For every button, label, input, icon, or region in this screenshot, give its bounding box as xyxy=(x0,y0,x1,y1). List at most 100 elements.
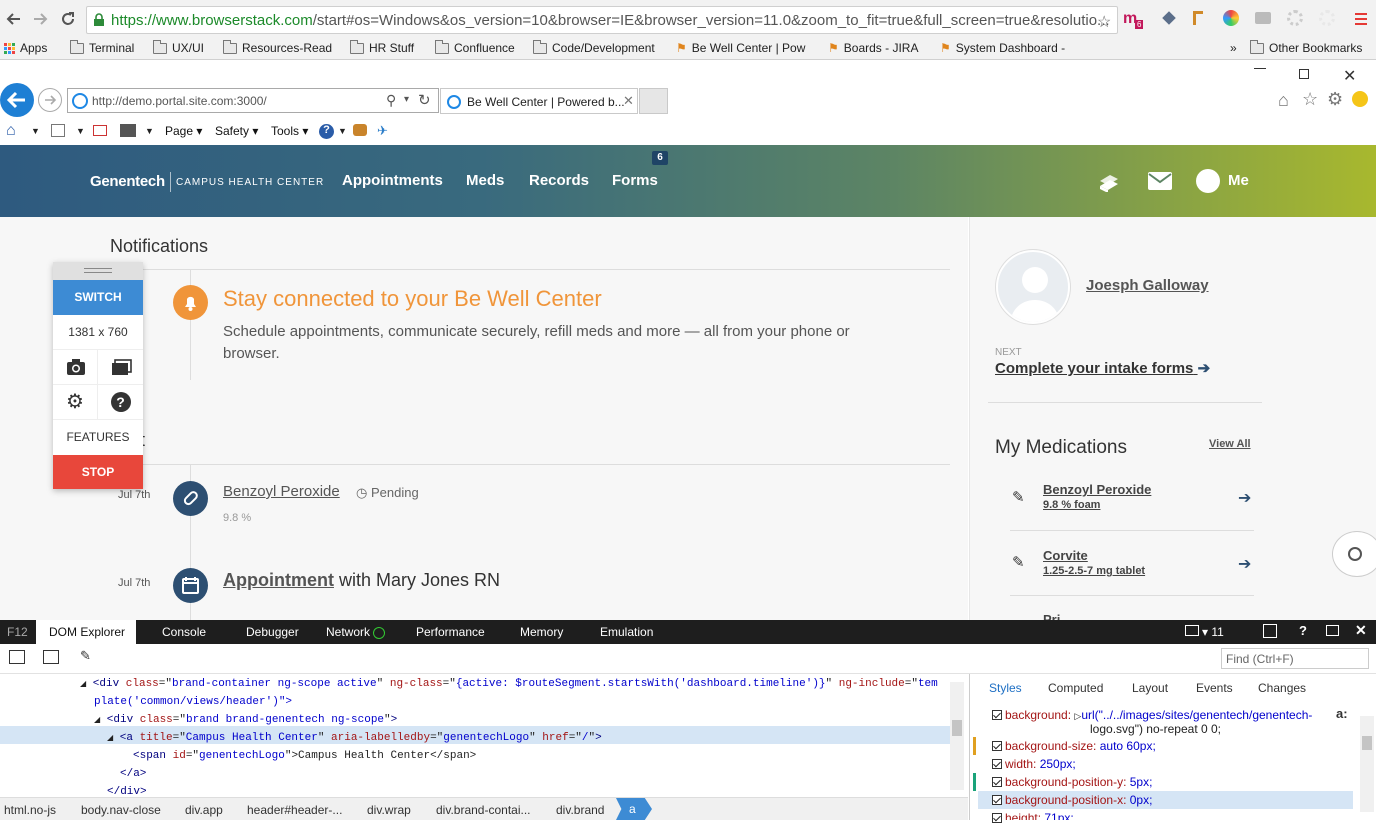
eyedropper-icon[interactable] xyxy=(1162,11,1176,25)
nav-meds[interactable]: Meds xyxy=(466,172,504,189)
tab-memory[interactable]: Memory xyxy=(520,625,563,639)
help-icon[interactable]: ? xyxy=(319,124,334,139)
tab-performance[interactable]: Performance xyxy=(416,625,485,639)
nav-forms[interactable]: Forms xyxy=(612,172,658,189)
settings-gear-icon[interactable]: ⚙ xyxy=(53,385,98,420)
cmd-dropdown-icon[interactable]: ▼ xyxy=(338,126,347,136)
chrome-menu-icon[interactable] xyxy=(1354,12,1368,26)
close-window-icon[interactable]: ✕ xyxy=(1343,66,1356,86)
style-checkbox[interactable] xyxy=(992,795,1002,805)
highlight-icon[interactable] xyxy=(43,650,59,664)
style-rule[interactable]: background-position-x: 0px; xyxy=(1005,793,1152,807)
ie-search-icon[interactable]: ⚲ xyxy=(386,92,396,109)
ie-forward-icon[interactable] xyxy=(38,88,62,112)
styles-scrollbar[interactable] xyxy=(1360,716,1374,812)
bookmark-other[interactable]: Other Bookmarks xyxy=(1250,39,1362,57)
print-icon[interactable] xyxy=(120,124,136,137)
ie-address-bar[interactable]: http://demo.portal.site.com:3000/ ⚲ ▾ ↻ xyxy=(67,88,439,113)
gear-faded-icon[interactable] xyxy=(1319,10,1335,26)
devtools-help-icon[interactable]: ? xyxy=(1299,623,1307,638)
tab-events[interactable]: Events xyxy=(1196,681,1233,695)
cmd-dropdown-icon[interactable]: ▼ xyxy=(31,126,40,136)
devtools-close-icon[interactable]: ✕ xyxy=(1355,622,1367,639)
tab-debugger[interactable]: Debugger xyxy=(246,625,299,639)
med-name[interactable]: Benzoyl Peroxide xyxy=(1043,482,1151,497)
find-input[interactable]: Find (Ctrl+F) xyxy=(1221,648,1369,669)
mail-envelope-icon[interactable] xyxy=(1148,172,1172,190)
scroll-thumb[interactable] xyxy=(1362,736,1372,750)
appointment-link[interactable]: Appointment xyxy=(223,570,334,590)
style-checkbox[interactable] xyxy=(992,741,1002,751)
scroll-thumb[interactable] xyxy=(952,720,962,736)
style-checkbox[interactable] xyxy=(992,759,1002,769)
bookmark-hr[interactable]: HR Stuff xyxy=(350,39,414,57)
profile-name[interactable]: Joesph Galloway xyxy=(1086,277,1209,294)
ruler-icon[interactable] xyxy=(1193,11,1203,25)
stop-button[interactable]: STOP xyxy=(53,455,143,489)
smiley-icon[interactable] xyxy=(1352,91,1368,107)
reload-icon[interactable] xyxy=(60,11,76,27)
bookmark-apps[interactable]: Apps xyxy=(4,39,47,57)
tab-network[interactable]: Network xyxy=(326,625,386,639)
dom-line[interactable]: <span id="genentechLogo">Campus Health C… xyxy=(133,750,476,762)
doc-mode[interactable]: ▾ 11 xyxy=(1202,625,1224,639)
style-rule[interactable]: width: 250px; xyxy=(1005,757,1076,771)
style-checkbox[interactable] xyxy=(992,813,1002,823)
bookmark-bewell[interactable]: ⚑ Be Well Center | Pow xyxy=(676,39,805,57)
pencil-icon[interactable]: ✎ xyxy=(80,648,91,664)
safety-menu[interactable]: Safety ▾ xyxy=(215,124,258,138)
target-icon[interactable] xyxy=(1185,625,1199,636)
back-icon[interactable] xyxy=(6,11,22,27)
tab-layout[interactable]: Layout xyxy=(1132,681,1168,695)
crumb-item[interactable]: div.brand-contai... xyxy=(436,803,531,817)
crumb-item[interactable]: html.no-js xyxy=(4,803,56,817)
crumb-current[interactable]: a xyxy=(616,798,652,820)
console-toggle-icon[interactable] xyxy=(1263,624,1277,638)
tools-menu[interactable]: Tools ▾ xyxy=(271,124,308,138)
mail-icon[interactable] xyxy=(93,125,107,136)
tab-changes[interactable]: Changes xyxy=(1258,681,1306,695)
dom-line[interactable]: </div> xyxy=(107,786,147,796)
ie-back-icon[interactable] xyxy=(0,83,34,117)
resolution-label[interactable]: 1381 x 760 xyxy=(53,315,143,350)
dom-line[interactable]: plate('common/views/header')"> xyxy=(94,696,292,708)
undock-icon[interactable] xyxy=(1326,625,1339,636)
style-rule[interactable]: background-position-y: 5px; xyxy=(1005,775,1152,789)
color-icon[interactable] xyxy=(1223,10,1239,26)
gear-icon[interactable] xyxy=(1287,10,1303,26)
page-menu[interactable]: Page ▾ xyxy=(165,124,202,138)
new-tab-button[interactable] xyxy=(639,88,668,114)
next-action-link[interactable]: Complete your intake forms ➔ xyxy=(995,359,1210,377)
bookmark-uxui[interactable]: UX/UI xyxy=(153,39,204,57)
crumb-item[interactable]: div.app xyxy=(185,803,223,817)
med-name-partial[interactable]: Pri... xyxy=(1043,612,1071,620)
cmd-dropdown-icon[interactable]: ▼ xyxy=(145,126,154,136)
cmd-home-icon[interactable]: ⌂ xyxy=(6,122,16,140)
bookmark-system-dashboard[interactable]: ⚑ System Dashboard - xyxy=(940,39,1065,57)
dom-line[interactable]: ◢ <div class="brand brand-genentech ng-s… xyxy=(94,714,397,726)
restore-icon[interactable] xyxy=(1299,69,1309,79)
tab-computed[interactable]: Computed xyxy=(1048,681,1103,695)
bookmark-jira[interactable]: ⚑ Boards - JIRA xyxy=(828,39,918,57)
tab-console[interactable]: Console xyxy=(162,625,206,639)
style-checkbox[interactable] xyxy=(992,777,1002,787)
nav-me[interactable]: Me xyxy=(1228,172,1249,189)
home-icon[interactable]: ⌂ xyxy=(1278,90,1289,111)
ie-refresh-icon[interactable]: ↻ xyxy=(418,91,431,109)
settings-icon[interactable]: ⚙ xyxy=(1327,89,1343,110)
select-element-icon[interactable] xyxy=(9,650,25,664)
crumb-item[interactable]: body.nav-close xyxy=(81,803,161,817)
site-logo[interactable]: Genentech xyxy=(90,173,165,190)
style-checkbox[interactable] xyxy=(992,710,1002,720)
ie-tab[interactable]: Be Well Center | Powered b... ✕ xyxy=(440,88,638,114)
tab-styles[interactable]: Styles xyxy=(989,681,1022,695)
minimize-icon[interactable] xyxy=(1254,68,1266,69)
arrow-right-icon[interactable]: ➔ xyxy=(1238,488,1251,508)
timeline-med-link[interactable]: Benzoyl Peroxide xyxy=(223,483,340,500)
feeds-icon[interactable] xyxy=(51,124,65,137)
arrow-right-icon[interactable]: ➔ xyxy=(1238,554,1251,574)
dom-line-selected[interactable]: ◢ <a title="Campus Health Center" aria-l… xyxy=(107,732,602,744)
nav-appointments[interactable]: Appointments xyxy=(342,172,443,189)
tab-dom-explorer[interactable]: DOM Explorer xyxy=(36,620,136,644)
style-rule[interactable]: height: 71px; xyxy=(1005,811,1074,820)
